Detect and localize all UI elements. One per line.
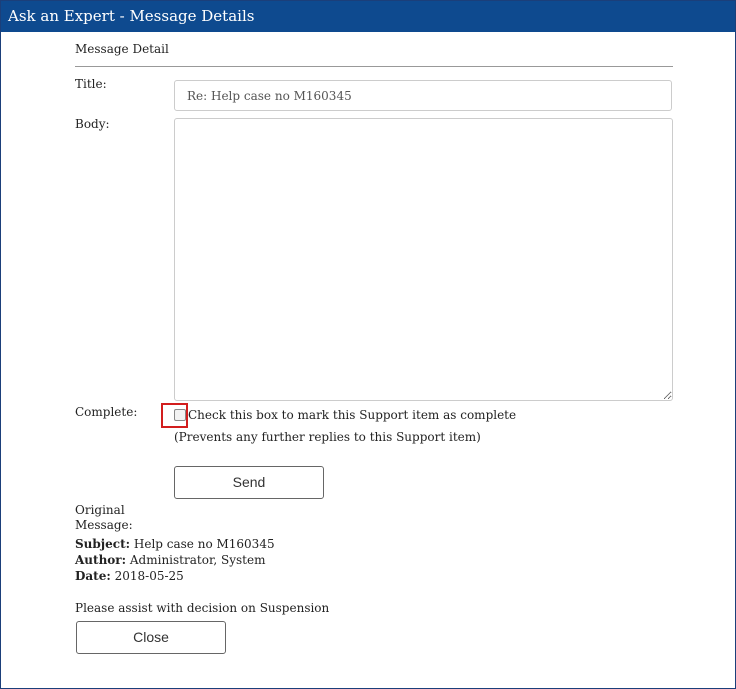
send-button[interactable]: Send: [174, 466, 324, 499]
author-line: Author: Administrator, System: [75, 553, 265, 567]
original-message-label: Original Message:: [75, 503, 133, 532]
subject-value: Help case no M160345: [133, 537, 275, 551]
body-textarea[interactable]: [174, 118, 673, 401]
author-label: Author:: [75, 553, 127, 567]
body-label: Body:: [75, 117, 110, 131]
complete-checkbox-label: Check this box to mark this Support item…: [188, 408, 517, 422]
complete-checkbox[interactable]: [174, 409, 186, 421]
divider: [75, 66, 673, 67]
complete-help-text: (Prevents any further replies to this Su…: [174, 430, 481, 444]
subject-line: Subject: Help case no M160345: [75, 537, 275, 551]
dialog-window: Ask an Expert - Message Details Message …: [0, 0, 736, 689]
date-value: 2018-05-25: [114, 569, 184, 583]
date-label: Date:: [75, 569, 111, 583]
subject-label: Subject:: [75, 537, 131, 551]
original-message-text: Please assist with decision on Suspensio…: [75, 601, 330, 615]
complete-label: Complete:: [75, 405, 138, 419]
close-button[interactable]: Close: [76, 621, 226, 654]
title-label: Title:: [75, 77, 107, 91]
section-title: Message Detail: [75, 42, 169, 56]
title-input[interactable]: [174, 80, 672, 111]
window-title: Ask an Expert - Message Details: [1, 1, 735, 32]
date-line: Date: 2018-05-25: [75, 569, 184, 583]
author-value: Administrator, System: [129, 553, 266, 567]
